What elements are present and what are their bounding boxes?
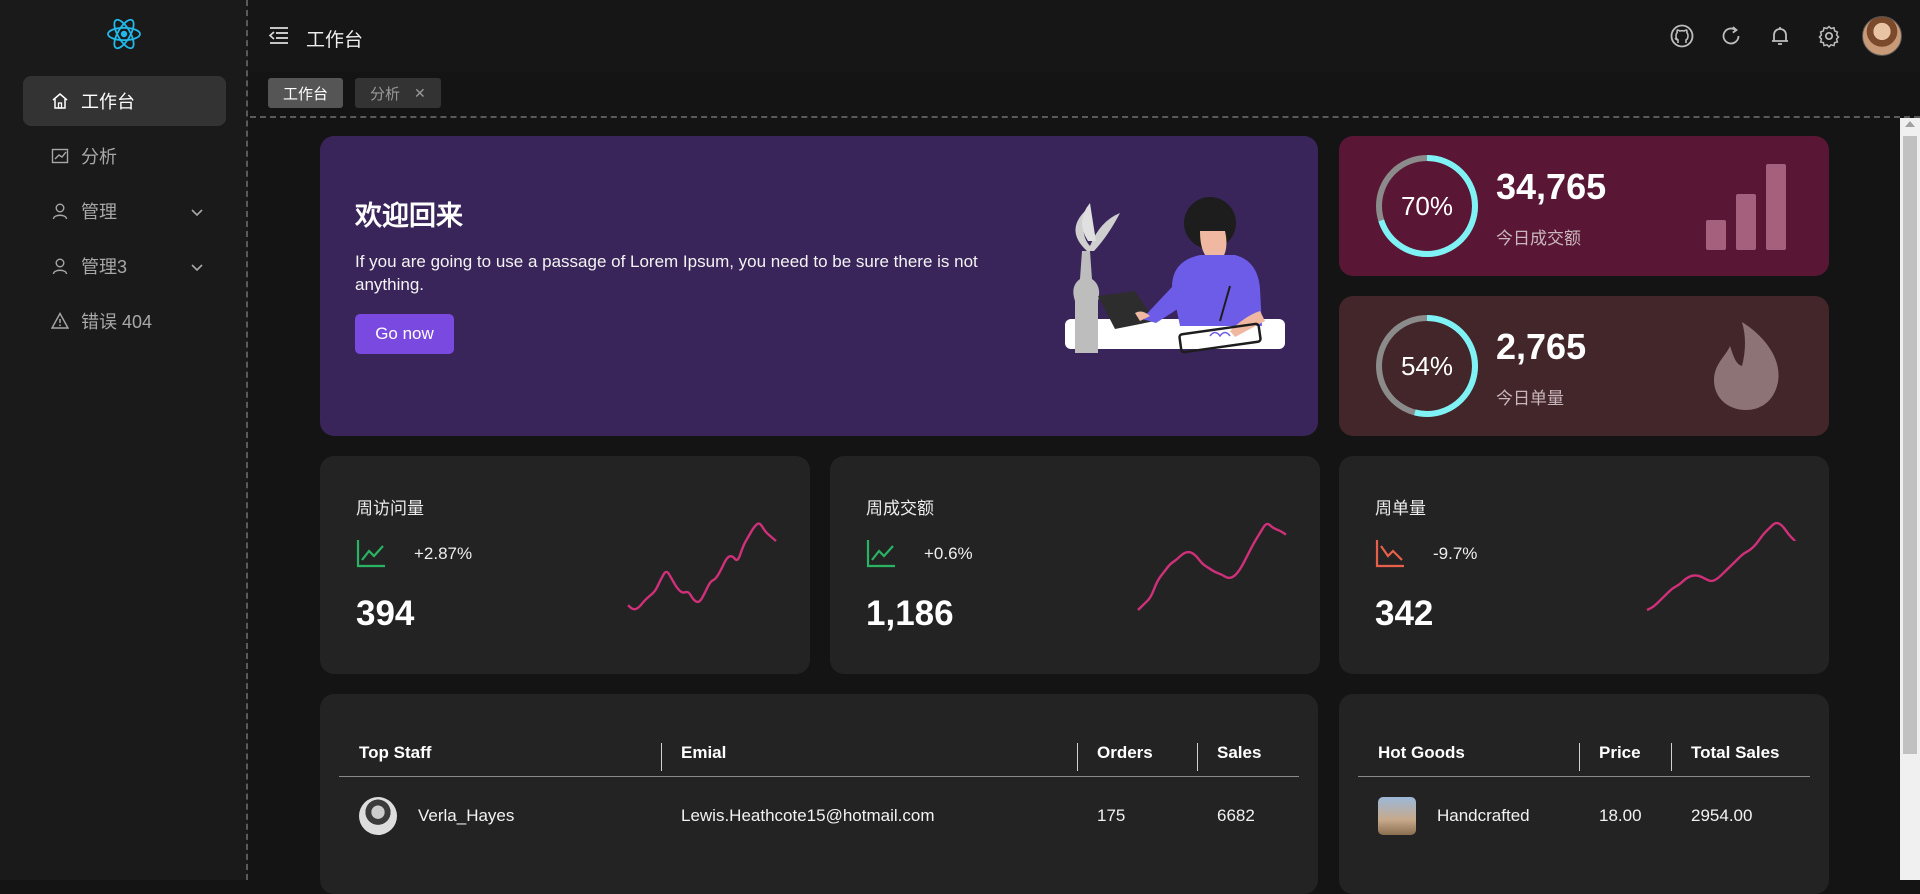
- tab-workbench[interactable]: 工作台: [268, 78, 344, 108]
- sales-cell: 6682: [1217, 806, 1255, 826]
- divider: [250, 116, 1920, 118]
- user-icon: [51, 257, 69, 275]
- menu-fold-icon[interactable]: [268, 24, 290, 46]
- user-icon: [51, 202, 69, 220]
- refresh-icon[interactable]: [1718, 23, 1744, 49]
- stat-label: 今日单量: [1496, 389, 1564, 408]
- weekly-visits-card: 周访问量 +2.87% 394: [320, 456, 810, 674]
- sidebar-item-label: 分析: [81, 147, 117, 167]
- github-icon[interactable]: [1669, 23, 1695, 49]
- top-staff-table: Top Staff Emial Orders Sales Verla_Hayes…: [339, 730, 1299, 856]
- tab-label: 分析: [370, 85, 401, 103]
- top-staff-card: Top Staff Emial Orders Sales Verla_Hayes…: [320, 694, 1318, 894]
- welcome-title: 欢迎回来: [355, 201, 463, 231]
- avatar: [359, 797, 397, 836]
- card-title: 周单量: [1375, 499, 1426, 518]
- goods-name: Handcrafted: [1437, 806, 1530, 826]
- header: 工作台: [250, 0, 1920, 72]
- progress-percent: 54%: [1400, 350, 1454, 381]
- welcome-text: If you are going to use a passage of Lor…: [355, 252, 978, 294]
- card-title: 周访问量: [356, 499, 424, 518]
- change-percent: +2.87%: [414, 544, 473, 563]
- page-title: 工作台: [306, 30, 364, 51]
- welcome-card: 欢迎回来 If you are going to use a passage o…: [320, 136, 1318, 436]
- staff-name: Verla_Hayes: [418, 806, 515, 826]
- bar-chart-icon: [1706, 164, 1786, 250]
- sparkline: [1646, 521, 1797, 612]
- column-header[interactable]: Top Staff: [339, 730, 661, 776]
- email-cell: Lewis.Heathcote15@hotmail.com: [681, 806, 935, 826]
- stat-value: 2,765: [1496, 326, 1587, 367]
- stat-label: 今日成交额: [1496, 229, 1581, 248]
- sparkline-path: [1137, 522, 1288, 611]
- hot-goods-table: Hot Goods Price Total Sales Handcrafted …: [1358, 730, 1810, 856]
- stat-value: 34,765: [1496, 166, 1607, 207]
- progress-percent: 70%: [1400, 190, 1454, 221]
- sparkline-path: [627, 522, 777, 611]
- scrollbar[interactable]: [1900, 118, 1920, 880]
- table-row[interactable]: Verla_Hayes Lewis.Heathcote15@hotmail.co…: [339, 776, 1299, 856]
- sidebar-item-manage3[interactable]: 管理3: [23, 241, 226, 291]
- card-value: 1,186: [866, 594, 954, 633]
- sidebar-nav: 工作台 分析 管理 管理3 错误 404: [23, 76, 226, 351]
- home-icon: [51, 92, 69, 110]
- sidebar-item-label: 管理3: [81, 257, 128, 277]
- column-header[interactable]: Price: [1579, 730, 1671, 776]
- total-cell: 2954.00: [1691, 806, 1753, 826]
- weekly-turnover-card: 周成交额 +0.6% 1,186: [830, 456, 1320, 674]
- gear-icon[interactable]: [1816, 23, 1842, 49]
- goods-cell: Handcrafted: [1358, 776, 1579, 856]
- scrollbar-thumb[interactable]: [1903, 136, 1917, 754]
- react-icon[interactable]: [104, 14, 144, 54]
- stat-card-orders: 54% 2,765 今日单量: [1339, 296, 1829, 436]
- warning-icon: [51, 312, 69, 330]
- scroll-up-icon[interactable]: [1905, 121, 1915, 127]
- chevron-down-icon[interactable]: [190, 203, 204, 217]
- sidebar-item-manage[interactable]: 管理: [23, 186, 226, 236]
- welcome-illustration: [1065, 197, 1285, 354]
- trend-down-icon: [1375, 540, 1404, 568]
- column-header[interactable]: Emial: [661, 730, 1077, 776]
- close-icon[interactable]: ✕: [414, 85, 426, 102]
- sidebar: 工作台 分析 管理 管理3 错误 404: [0, 0, 248, 880]
- sidebar-item-error-404[interactable]: 错误 404: [23, 296, 226, 346]
- column-header[interactable]: Hot Goods: [1358, 730, 1579, 776]
- header-actions: [1646, 16, 1902, 56]
- change-percent: -9.7%: [1433, 544, 1478, 563]
- tab-bar: 工作台 分析 ✕: [268, 78, 453, 108]
- orders-cell: 175: [1097, 806, 1126, 826]
- product-image: [1378, 797, 1416, 836]
- sidebar-item-label: 工作台: [81, 92, 135, 112]
- avatar[interactable]: [1862, 16, 1902, 56]
- flame-icon: [1714, 322, 1779, 410]
- column-header[interactable]: Total Sales: [1671, 730, 1810, 776]
- weekly-orders-card: 周单量 -9.7% 342: [1339, 456, 1829, 674]
- chart-icon: [51, 147, 69, 165]
- trend-up-icon: [356, 540, 385, 568]
- sidebar-item-workbench[interactable]: 工作台: [23, 76, 226, 126]
- sparkline-path: [1646, 521, 1797, 612]
- column-header[interactable]: Sales: [1197, 730, 1299, 776]
- card-value: 342: [1375, 594, 1434, 633]
- sidebar-item-label: 管理: [81, 202, 117, 222]
- sparkline: [627, 522, 777, 611]
- column-header[interactable]: Orders: [1077, 730, 1197, 776]
- go-now-button[interactable]: Go now: [355, 314, 454, 354]
- change-percent: +0.6%: [924, 544, 973, 563]
- table-row[interactable]: Handcrafted 18.00 2954.00: [1358, 776, 1810, 856]
- card-value: 394: [356, 594, 415, 633]
- tab-analysis[interactable]: 分析 ✕: [355, 78, 441, 108]
- card-title: 周成交额: [866, 499, 934, 518]
- staff-cell: Verla_Hayes: [339, 776, 661, 856]
- chevron-down-icon[interactable]: [190, 258, 204, 272]
- sidebar-item-label: 错误 404: [81, 312, 153, 332]
- trend-up-icon: [866, 540, 895, 568]
- sparkline: [1137, 522, 1288, 611]
- sidebar-item-analysis[interactable]: 分析: [23, 131, 226, 181]
- tab-label: 工作台: [283, 85, 329, 103]
- stat-card-turnover: 70% 34,765 今日成交额: [1339, 136, 1829, 276]
- hot-goods-card: Hot Goods Price Total Sales Handcrafted …: [1339, 694, 1829, 894]
- bell-icon[interactable]: [1767, 23, 1793, 49]
- price-cell: 18.00: [1599, 806, 1642, 826]
